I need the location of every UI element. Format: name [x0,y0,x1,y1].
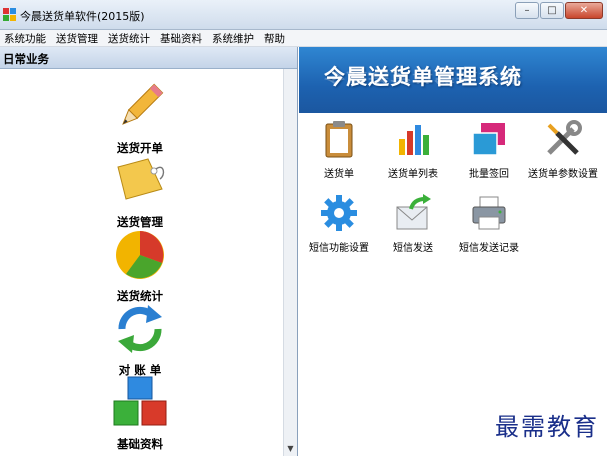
window-controls: – □ ✕ [515,2,603,19]
nav-delivery-management[interactable]: 送货管理 [100,153,180,230]
nav-delivery-statistics[interactable]: 送货统计 [100,227,180,304]
tool-label: 短信发送 [393,243,433,254]
tool-sms-settings[interactable]: 短信功能设置 [299,193,379,254]
panel-header: 日常业务 [0,47,297,69]
bar-chart-icon [399,125,429,155]
blocks-icon [113,376,167,426]
nav-basic-data[interactable]: 基础资料 [100,375,180,452]
watermark: 最需教育 [495,413,599,441]
window-title: 今晨送货单软件(2015版) [20,10,145,23]
tool-label: 送货单参数设置 [528,169,598,180]
tool-delivery-list[interactable]: 送货单列表 [373,119,453,180]
app-icon [3,8,16,21]
tool-label: 批量签回 [469,169,509,180]
banner-title-reflection: 今晨送货单管理系统 [324,70,522,85]
tool-sms-send[interactable]: 短信发送 [373,193,453,254]
menu-help[interactable]: 帮助 [260,31,291,46]
tool-label: 短信发送记录 [459,243,519,254]
close-button[interactable]: ✕ [565,2,603,19]
menu-basic-data[interactable]: 基础资料 [156,31,208,46]
tool-delivery-order[interactable]: 送货单 [299,119,379,180]
minimize-icon: – [524,5,530,16]
minimize-button[interactable]: – [515,2,539,19]
pie-chart-icon [116,231,164,279]
nav-statement[interactable]: 对 账 单 [100,301,180,378]
refresh-arrows-icon [118,305,162,353]
envelope-send-icon [396,194,431,230]
daily-business-panel: 日常业务 送货开单 送货管理 送货统计 对 账 单 基础资料 ▼ [0,47,298,456]
menu-delivery-management[interactable]: 送货管理 [52,31,104,46]
tool-label: 送货单列表 [388,169,438,180]
printer-icon [472,196,506,230]
maximize-button[interactable]: □ [540,2,564,19]
title-bar: 今晨送货单软件(2015版) – □ ✕ [0,0,607,30]
nav-label: 基础资料 [117,437,163,451]
tool-batch-signback[interactable]: 批量签回 [449,119,529,180]
tool-label: 短信功能设置 [309,243,369,254]
nav-delivery-order[interactable]: 送货开单 [100,79,180,156]
menu-bar: 系统功能 送货管理 送货统计 基础资料 系统维护 帮助 [0,30,607,47]
maximize-icon: □ [547,5,557,16]
menu-delivery-statistics[interactable]: 送货统计 [104,31,156,46]
banner: 今晨送货单管理系统 今晨送货单管理系统 [299,47,607,113]
gear-icon [321,195,357,231]
close-icon: ✕ [579,5,589,16]
tool-sms-log[interactable]: 短信发送记录 [449,193,529,254]
vertical-scrollbar[interactable]: ▼ [283,69,297,456]
clipboard-icon [325,121,353,158]
scroll-down-icon[interactable]: ▼ [284,442,297,456]
tool-label: 送货单 [324,169,354,180]
main-panel: 今晨送货单管理系统 今晨送货单管理系统 送货单 送货单列表 批量签回 送货单参数… [299,47,607,456]
tool-delivery-params[interactable]: 送货单参数设置 [523,119,603,180]
tag-icon [117,158,165,200]
pencil-icon [122,83,164,125]
menu-system-maintenance[interactable]: 系统维护 [208,31,260,46]
menu-system-functions[interactable]: 系统功能 [0,31,52,46]
cards-icon [472,123,505,156]
wrench-screwdriver-icon [547,120,582,155]
